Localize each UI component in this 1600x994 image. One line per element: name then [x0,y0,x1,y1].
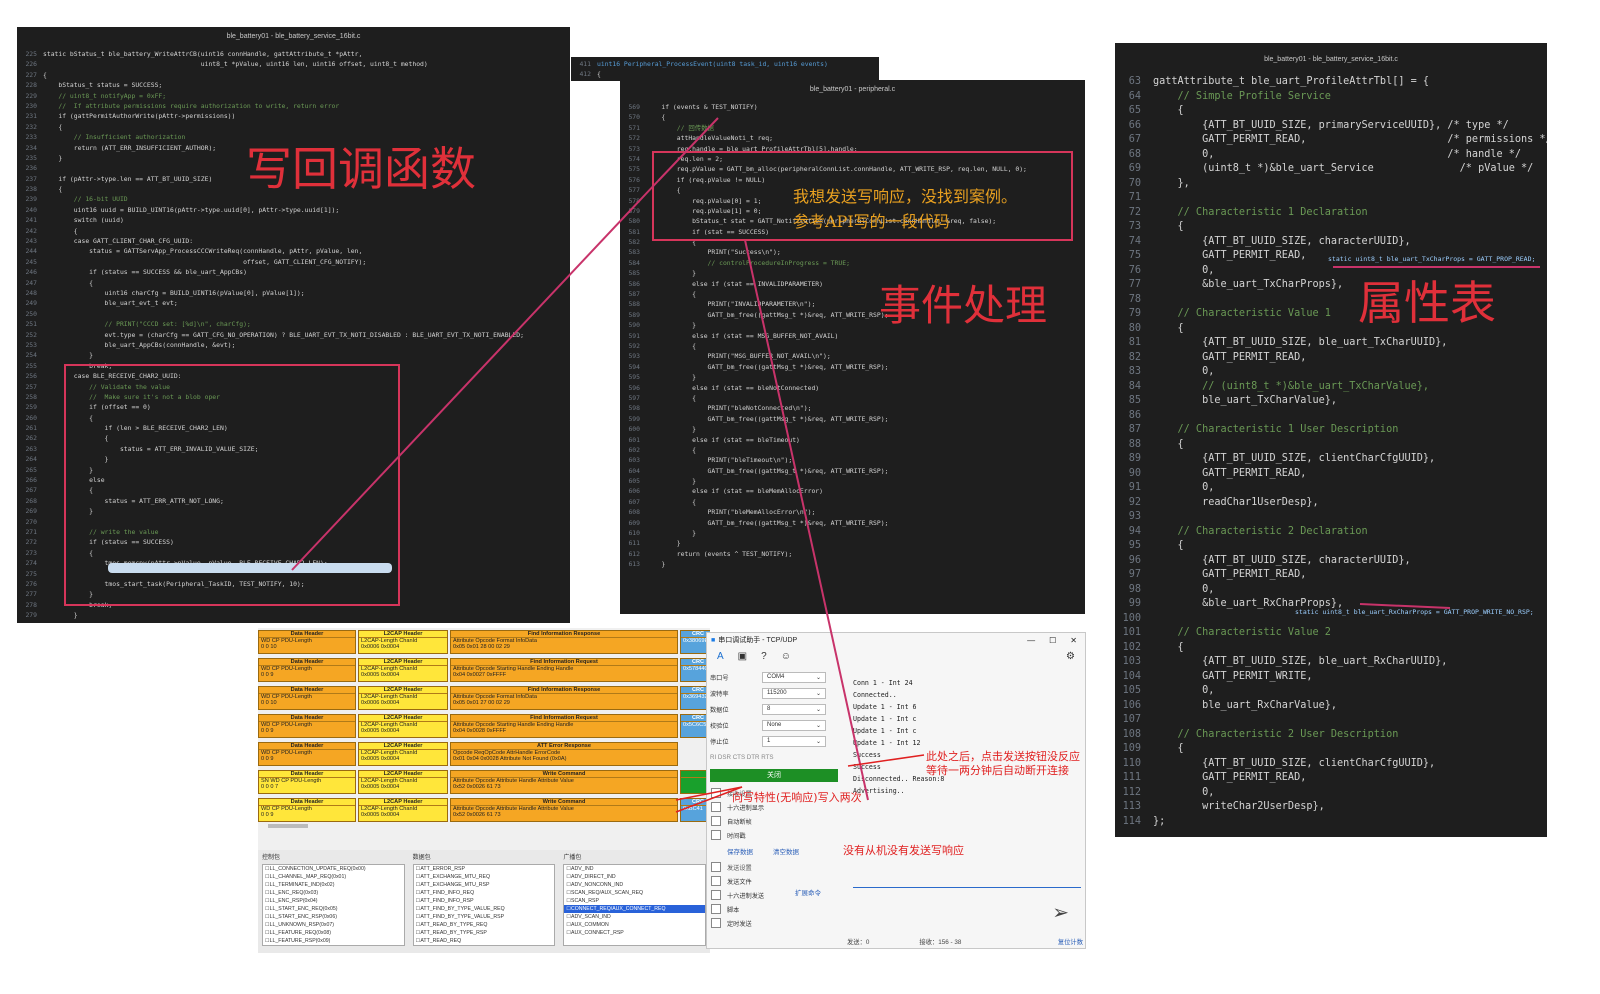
arrow-to-write-cmd [675,786,743,801]
connector-line-event [657,117,719,182]
annotation-lines [291,117,1540,813]
arrow-to-write-cmd-2 [675,786,743,813]
connector-line-rx-props [1359,603,1451,609]
connector-line-response [744,239,869,801]
connector-line-callback [291,180,659,571]
